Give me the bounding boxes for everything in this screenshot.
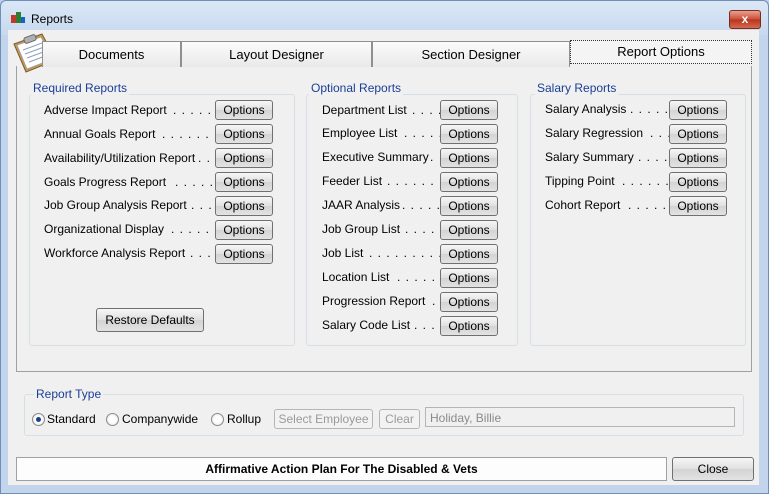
salary-summary-options-button[interactable]: Options (669, 148, 727, 168)
leader-dots: . (432, 294, 437, 308)
progression-report-options-button[interactable]: Options (440, 292, 498, 312)
title-bar: Reports x (1, 1, 768, 31)
rollup-radio-label[interactable]: Rollup (227, 412, 261, 426)
report-label: Location List (322, 270, 390, 284)
job-list-options-button[interactable]: Options (440, 244, 498, 264)
employee-field[interactable]: Holiday, Billie (425, 407, 735, 427)
report-label: Annual Goals Report (44, 127, 156, 141)
reports-app-icon (11, 12, 25, 23)
report-label: Job Group Analysis Report (44, 198, 187, 212)
salary-analysis-options-button[interactable]: Options (669, 100, 727, 120)
salary-code-list-options-button[interactable]: Options (440, 316, 498, 336)
workforce-analysis-options-button[interactable]: Options (215, 244, 273, 264)
close-button[interactable]: Close (672, 457, 754, 481)
tab-section-designer[interactable]: Section Designer (372, 41, 570, 67)
report-label: JAAR Analysis (322, 198, 401, 212)
window-close-button[interactable]: x (729, 10, 761, 29)
report-label: Salary Analysis (545, 102, 627, 116)
tab-documents[interactable]: Documents (42, 41, 181, 67)
tab-layout-designer[interactable]: Layout Designer (181, 41, 372, 67)
department-list-options-button[interactable]: Options (440, 100, 498, 120)
location-list-options-button[interactable]: Options (440, 268, 498, 288)
salary-reports-title: Salary Reports (535, 81, 619, 95)
companywide-radio[interactable] (106, 413, 119, 426)
optional-reports-title: Optional Reports (309, 81, 404, 95)
report-label: Goals Progress Report (44, 175, 167, 189)
leader-dots: . . . . . (405, 222, 445, 236)
report-label: Workforce Analysis Report (44, 246, 186, 260)
job-group-list-options-button[interactable]: Options (440, 220, 498, 240)
salary-regression-options-button[interactable]: Options (669, 124, 727, 144)
executive-summary-options-button[interactable]: Options (440, 148, 498, 168)
window-title: Reports (31, 12, 74, 26)
report-label: Cohort Report (545, 198, 621, 212)
jaar-analysis-options-button[interactable]: Options (440, 196, 498, 216)
annual-goals-options-button[interactable]: Options (215, 124, 273, 144)
report-type-title: Report Type (34, 387, 104, 401)
report-label: Feeder List (322, 174, 383, 188)
rollup-radio[interactable] (211, 413, 224, 426)
report-label: Salary Summary (545, 150, 634, 164)
required-reports-title: Required Reports (31, 81, 130, 95)
report-label: Employee List (322, 126, 398, 140)
report-label: Executive Summary (322, 150, 429, 164)
feeder-list-options-button[interactable]: Options (440, 172, 498, 192)
report-label: Department List (322, 103, 407, 117)
report-label: Salary Code List (322, 318, 411, 332)
standard-radio-label[interactable]: Standard (47, 412, 96, 426)
clear-button[interactable]: Clear (379, 409, 420, 429)
report-label: Organizational Display (44, 222, 165, 236)
job-group-analysis-options-button[interactable]: Options (215, 196, 273, 216)
standard-radio[interactable] (32, 413, 45, 426)
restore-defaults-button[interactable]: Restore Defaults (96, 308, 204, 332)
select-employee-button[interactable]: Select Employee (274, 409, 373, 429)
goals-progress-options-button[interactable]: Options (215, 172, 273, 192)
status-bar: Affirmative Action Plan For The Disabled… (16, 457, 667, 481)
companywide-radio-label[interactable]: Companywide (122, 412, 198, 426)
report-label: Progression Report (322, 294, 426, 308)
employee-list-options-button[interactable]: Options (440, 124, 498, 144)
report-label: Salary Regression (545, 126, 644, 140)
report-label: Availability/Utilization Report (44, 151, 196, 165)
report-label: Adverse Impact Report (44, 103, 167, 117)
adverse-impact-options-button[interactable]: Options (215, 100, 273, 120)
report-label: Job Group List (322, 222, 401, 236)
leader-dots: . (430, 150, 435, 164)
report-label: Tipping Point (545, 174, 615, 188)
cohort-report-options-button[interactable]: Options (669, 196, 727, 216)
report-label: Job List (322, 246, 364, 260)
availability-utilization-options-button[interactable]: Options (215, 148, 273, 168)
leader-dots: . . . . (412, 103, 443, 117)
tab-report-options[interactable]: Report Options (570, 40, 752, 64)
tipping-point-options-button[interactable]: Options (669, 172, 727, 192)
organizational-display-options-button[interactable]: Options (215, 220, 273, 240)
